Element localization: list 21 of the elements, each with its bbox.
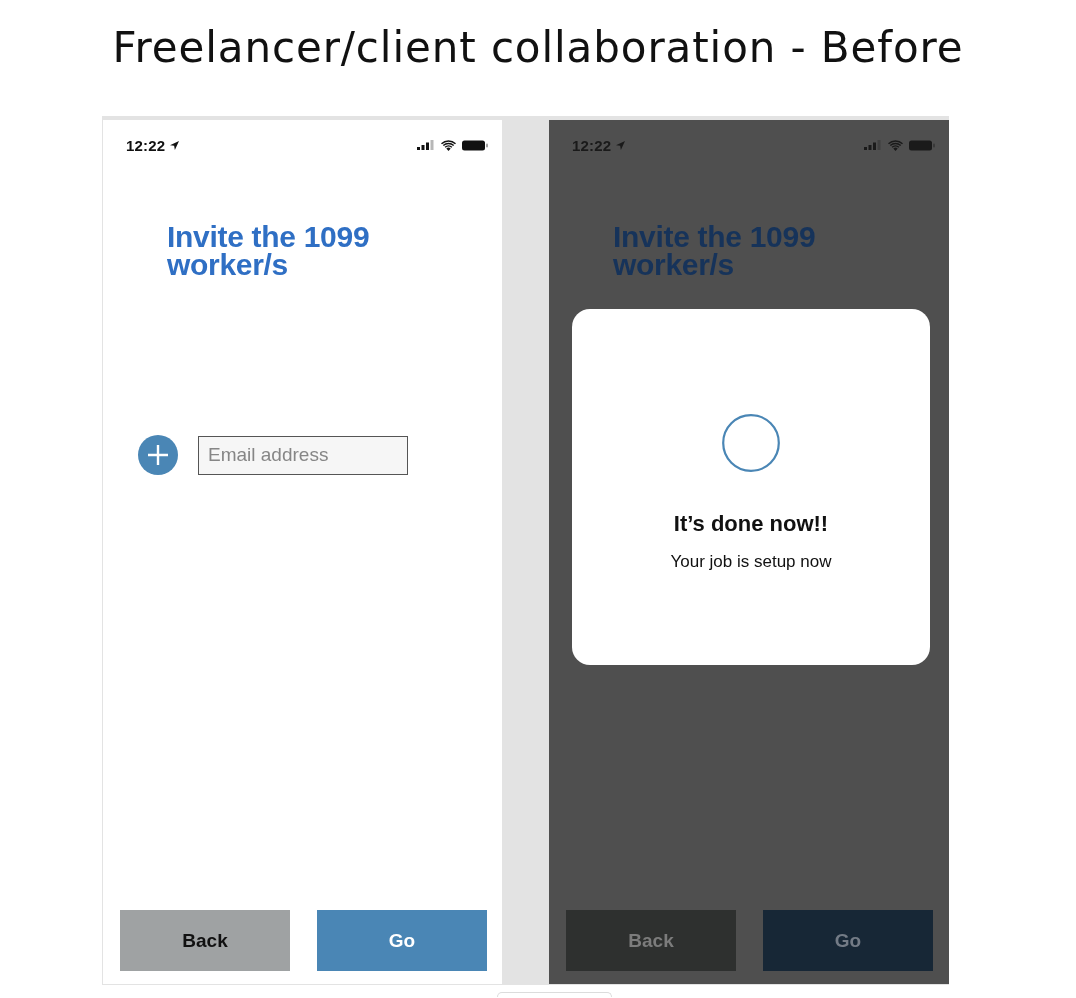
battery-icon	[462, 139, 488, 151]
wifi-icon	[441, 139, 456, 151]
location-arrow-icon	[170, 140, 180, 150]
screen-heading: Invite the 1099 worker/s	[613, 223, 817, 279]
action-button[interactable]: Back	[120, 910, 290, 971]
status-time: 12:22	[126, 136, 166, 154]
dialog-message: Your job is setup now	[670, 552, 832, 572]
location-arrow-icon	[616, 140, 626, 150]
battery-icon	[909, 139, 935, 151]
add-icon[interactable]	[138, 435, 178, 475]
page-title: Freelancer/client collaboration - Before	[111, 22, 965, 74]
screen-heading: Invite the 1099 worker/s	[167, 223, 371, 279]
dialog-title: It’s done now!!	[673, 511, 829, 537]
signal-icon	[417, 140, 434, 150]
email-field[interactable]: Email address	[198, 435, 408, 475]
action-button[interactable]: Go	[317, 910, 487, 971]
wifi-icon	[888, 139, 903, 151]
action-button[interactable]: Go	[763, 910, 933, 971]
ring-icon	[722, 414, 780, 472]
signal-icon	[864, 140, 881, 150]
action-button[interactable]: Back	[566, 910, 736, 971]
